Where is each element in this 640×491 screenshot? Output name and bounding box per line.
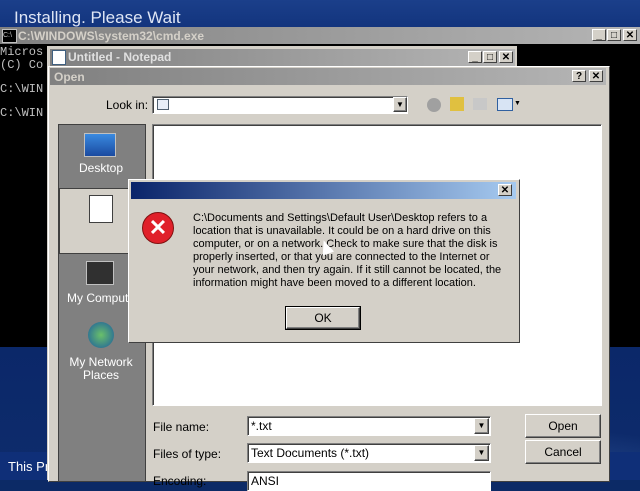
cmd-icon: C:\ (2, 29, 17, 43)
view-menu-icon[interactable] (497, 98, 513, 111)
setup-status-text: This Pr (8, 459, 50, 474)
notepad-close-button[interactable]: ✕ (499, 51, 513, 63)
back-icon[interactable] (427, 98, 441, 112)
error-message: C:\Documents and Settings\Default User\D… (193, 212, 502, 289)
my-network-places-icon[interactable] (88, 322, 114, 348)
place-desktop[interactable]: Desktop (58, 161, 144, 175)
error-close-button[interactable]: ✕ (498, 184, 512, 196)
new-folder-icon[interactable] (473, 98, 487, 110)
files-of-type-value: Text Documents (*.txt) (251, 446, 370, 460)
notepad-maximize-button[interactable]: □ (483, 51, 497, 63)
cmd-minimize-button[interactable]: _ (592, 29, 606, 41)
look-in-dropdown[interactable] (152, 96, 408, 114)
look-in-label: Look in: (106, 98, 149, 112)
cmd-close-button[interactable]: ✕ (623, 29, 637, 41)
file-name-chevron-down-icon[interactable]: ▼ (474, 418, 489, 434)
folder-icon (157, 99, 169, 110)
file-name-combo[interactable] (247, 416, 491, 436)
cmd-line-2: (C) Co (0, 58, 44, 72)
encoding-select[interactable] (247, 471, 491, 491)
file-name-label: File name: (153, 420, 210, 434)
encoding-label: Encoding: (153, 474, 207, 488)
ok-button[interactable]: OK (285, 306, 361, 330)
notepad-title: Untitled - Notepad (68, 50, 172, 64)
open-close-button[interactable]: ✕ (589, 70, 603, 82)
notepad-icon (52, 50, 66, 65)
error-icon: ✕ (142, 212, 174, 244)
setup-title: Installing. Please Wait (14, 8, 181, 27)
up-folder-icon[interactable] (450, 97, 464, 111)
error-titlebar[interactable] (131, 182, 516, 199)
my-documents-icon (89, 195, 113, 223)
cancel-button[interactable]: Cancel (525, 440, 601, 464)
place-my-network-places[interactable]: My Network Places (66, 356, 136, 382)
files-of-type-label: Files of type: (153, 447, 222, 461)
encoding-value: ANSI (251, 474, 280, 488)
cmd-title: C:\WINDOWS\system32\cmd.exe (18, 29, 205, 43)
notepad-minimize-button[interactable]: _ (468, 51, 482, 63)
cmd-line-1: Micros (0, 45, 44, 59)
cmd-maximize-button[interactable]: □ (607, 29, 621, 41)
open-help-button[interactable]: ? (572, 70, 586, 82)
open-title: Open (54, 70, 85, 84)
my-computer-icon[interactable] (86, 261, 114, 285)
desktop-icon[interactable] (84, 133, 116, 157)
open-button[interactable]: Open (525, 414, 601, 438)
cmd-line-3: C:\WIN (0, 82, 44, 96)
files-of-type-chevron-down-icon[interactable]: ▼ (474, 445, 489, 461)
file-name-input[interactable]: *.txt (251, 419, 272, 433)
look-in-chevron-down-icon[interactable]: ▼ (393, 97, 407, 112)
open-titlebar[interactable] (50, 68, 606, 85)
cmd-line-4: C:\WIN (0, 106, 44, 120)
view-chevron-down-icon[interactable]: ▼ (514, 100, 521, 107)
